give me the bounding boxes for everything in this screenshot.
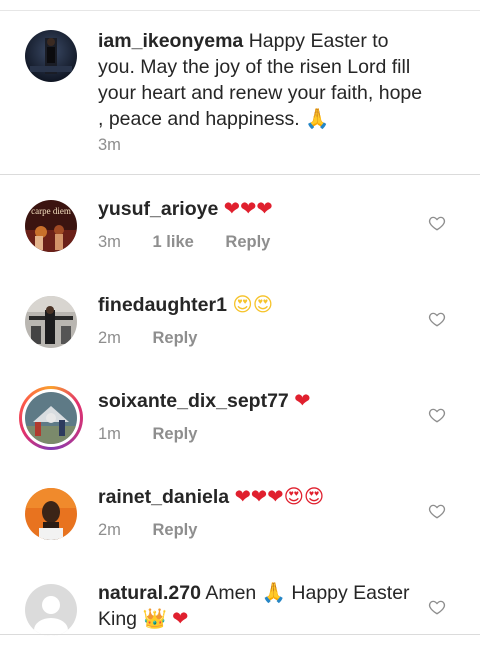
avatar-image (25, 392, 77, 444)
commenter-avatar[interactable]: carpe diem (25, 200, 77, 252)
hearts-heart-eyes-emoji: ❤❤❤😍😍 (234, 485, 325, 508)
caption-author-avatar[interactable] (25, 30, 77, 82)
caption-meta: 3m (98, 136, 148, 155)
commenter-avatar[interactable] (25, 296, 77, 348)
like-heart-icon[interactable] (428, 310, 446, 328)
avatar-image: carpe diem (25, 200, 77, 252)
comment-time: 2m (98, 329, 121, 347)
reply-button[interactable]: Reply (153, 521, 198, 539)
comment-meta: 3m 1 like Reply (98, 233, 297, 252)
comment-username[interactable]: yusuf_arioye (98, 198, 218, 220)
default-avatar-icon (25, 584, 77, 636)
comment-time: 3m (98, 233, 121, 251)
comment-time: 1m (98, 425, 121, 443)
comment-row: rainet_daniela ❤❤❤😍😍 2m Reply (0, 470, 480, 566)
pray-emoji: 🙏 (261, 581, 286, 604)
pray-emoji: 🙏 (305, 107, 330, 130)
comment-text: natural.270 Amen 🙏 Happy Easter King 👑 ❤ (98, 580, 428, 632)
like-heart-icon[interactable] (428, 214, 446, 232)
comment-username[interactable]: natural.270 (98, 582, 201, 604)
avatar-label: carpe diem (31, 206, 71, 216)
crown-emoji: 👑 (142, 607, 167, 630)
reply-button[interactable]: Reply (153, 329, 198, 347)
reply-button[interactable]: Reply (225, 233, 270, 251)
bottom-divider (0, 634, 480, 635)
comment-meta: 2m Reply (98, 521, 224, 540)
commenter-avatar[interactable] (25, 488, 77, 540)
hearts-emoji: ❤❤❤ (223, 197, 273, 220)
like-heart-icon[interactable] (428, 502, 446, 520)
avatar-image (25, 30, 77, 82)
avatar-image (25, 296, 77, 348)
comment-row: carpe diem yusuf_arioye ❤❤❤ 3m 1 like Re… (0, 182, 480, 278)
heart-emoji: ❤ (172, 607, 189, 630)
comment-likes[interactable]: 1 like (153, 233, 194, 251)
comment-username[interactable]: finedaughter1 (98, 294, 227, 316)
post-caption: iam_ikeonyema Happy Easter to you. May t… (0, 11, 480, 175)
caption-time: 3m (98, 136, 121, 154)
comment-text: yusuf_arioye ❤❤❤ (98, 196, 428, 222)
caption-text: iam_ikeonyema Happy Easter to you. May t… (98, 28, 428, 132)
commenter-avatar-default[interactable] (25, 584, 77, 636)
comment-row: soixante_dix_sept77 ❤ 1m Reply (0, 374, 480, 470)
commenter-avatar-story-ring[interactable] (19, 386, 83, 450)
comment-body: Amen (205, 582, 257, 604)
comment-username[interactable]: rainet_daniela (98, 486, 229, 508)
like-heart-icon[interactable] (428, 598, 446, 616)
heart-emoji: ❤ (294, 389, 311, 412)
comment-username[interactable]: soixante_dix_sept77 (98, 390, 289, 412)
reply-button[interactable]: Reply (153, 425, 198, 443)
comment-row: finedaughter1 😍😍 2m Reply (0, 278, 480, 374)
comment-text: rainet_daniela ❤❤❤😍😍 (98, 484, 428, 510)
top-bar (0, 0, 480, 11)
heart-eyes-emoji: 😍😍 (232, 293, 274, 316)
caption-username[interactable]: iam_ikeonyema (98, 30, 243, 52)
avatar-image (25, 488, 77, 540)
comment-meta: 2m Reply (98, 329, 224, 348)
comment-meta: 1m Reply (98, 425, 224, 444)
comment-text: soixante_dix_sept77 ❤ (98, 388, 428, 414)
like-heart-icon[interactable] (428, 406, 446, 424)
comment-text: finedaughter1 😍😍 (98, 292, 428, 318)
comment-time: 2m (98, 521, 121, 539)
